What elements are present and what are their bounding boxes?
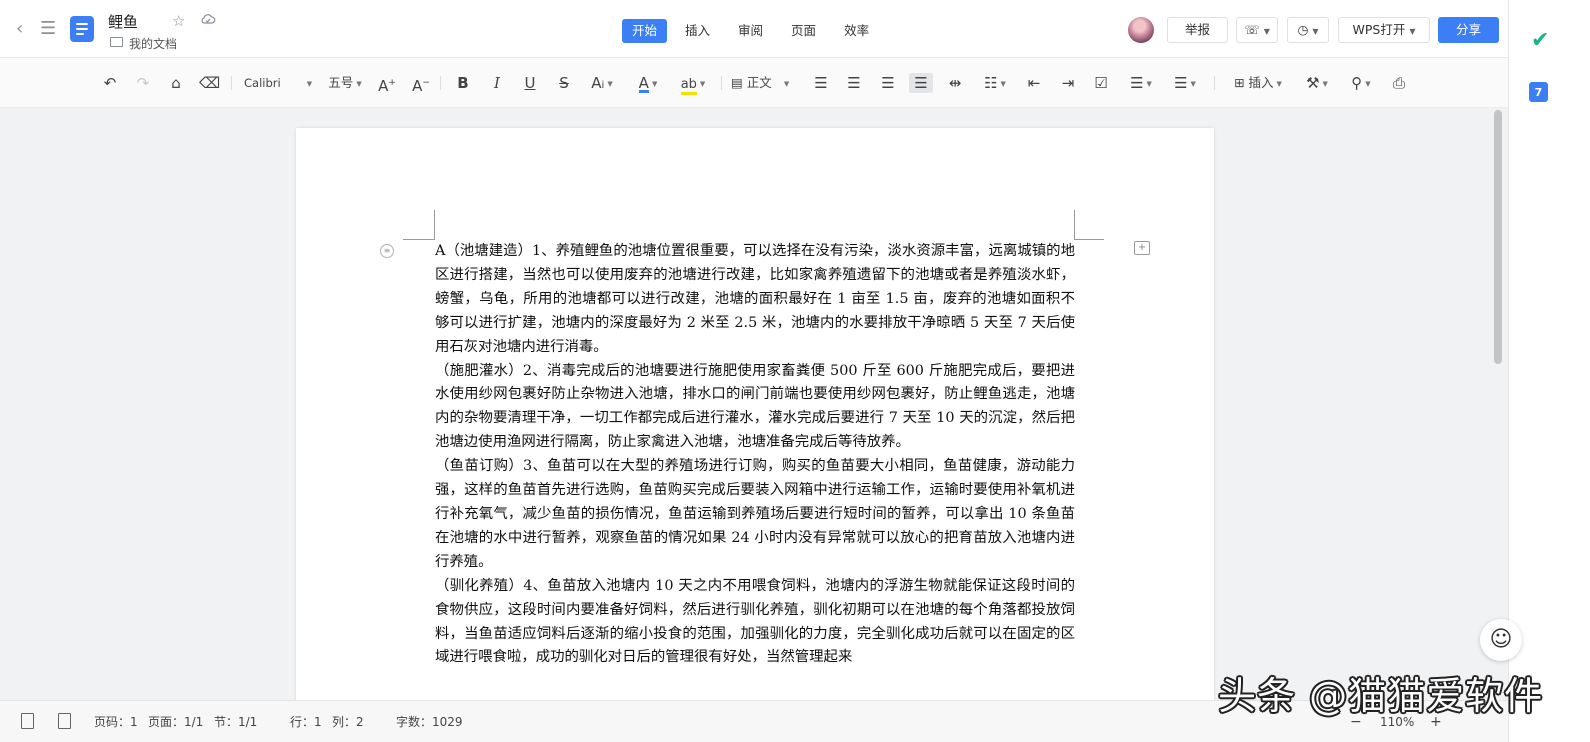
chevron-down-icon: ▼ bbox=[1146, 79, 1152, 88]
checkbox-icon[interactable]: ☑ bbox=[1091, 73, 1111, 93]
font-size-select[interactable]: 五号 ▼ bbox=[324, 73, 366, 93]
highlight-icon[interactable]: ab ▼ bbox=[675, 73, 711, 95]
right-sidebar: ✔ 7 bbox=[1508, 0, 1590, 742]
font-color-icon[interactable]: A ▼ bbox=[631, 73, 665, 93]
redo-icon[interactable]: ↷ bbox=[133, 73, 153, 93]
avatar[interactable] bbox=[1128, 17, 1154, 43]
chevron-down-icon: ▼ bbox=[1365, 79, 1371, 88]
word-count: 字数：1029 bbox=[396, 715, 463, 729]
history-button[interactable]: ◷ ▼ bbox=[1287, 17, 1329, 43]
text-effect-icon[interactable]: Ai ▼ bbox=[585, 73, 619, 93]
watermark: 头条 @猫猫爱软件 bbox=[1218, 674, 1544, 718]
comment-icon[interactable]: + bbox=[1134, 241, 1150, 255]
tab-start[interactable]: 开始 bbox=[622, 19, 668, 43]
italic-icon[interactable]: I bbox=[487, 73, 507, 93]
calendar-icon[interactable]: 7 bbox=[1529, 82, 1548, 102]
menu-icon[interactable]: ☰ bbox=[40, 19, 56, 39]
crop-mark bbox=[403, 210, 435, 240]
insert-icon: ⊞ bbox=[1234, 75, 1245, 90]
align-center-icon[interactable]: ☰ bbox=[844, 73, 864, 93]
chevron-down-icon: ▼ bbox=[699, 79, 706, 88]
chevron-down-icon: ▼ bbox=[1000, 79, 1006, 88]
row-position: 行：1 bbox=[290, 715, 322, 729]
chevron-down-icon: ▼ bbox=[1312, 27, 1319, 36]
paragraph[interactable]: （鱼苗订购）3、鱼苗可以在大型的养殖场进行订购，购买的鱼苗要大小相同，鱼苗健康，… bbox=[435, 455, 1075, 575]
format-painter-icon[interactable]: ⌂ bbox=[166, 73, 186, 93]
page-view-icon[interactable] bbox=[58, 713, 71, 729]
formatting-toolbar: ↶ ↷ ⌂ ⌫ Calibri ▼ 五号 ▼ A+ A− B I U S Ai ▼ A… bbox=[0, 58, 1508, 108]
paragraph[interactable]: （施肥灌水）2、消毒完成后的池塘要进行施肥使用家畜粪便 500 斤至 600 斤… bbox=[435, 360, 1075, 456]
ribbon-tabs: 开始 插入 审阅 页面 效率 bbox=[622, 19, 887, 43]
chevron-down-icon: ▼ bbox=[1322, 79, 1328, 88]
page-code: 页码：1 bbox=[94, 715, 138, 729]
align-right-icon[interactable]: ☰ bbox=[878, 73, 898, 93]
back-icon[interactable]: ‹ bbox=[16, 19, 23, 39]
bullet-list-icon[interactable]: ☰ ▼ bbox=[1124, 73, 1158, 93]
shrink-font-icon[interactable]: A− bbox=[410, 73, 432, 95]
call-button[interactable]: ☏ ▼ bbox=[1236, 17, 1278, 43]
chevron-down-icon: ▼ bbox=[1276, 79, 1282, 88]
font-name-select[interactable]: Calibri ▼ bbox=[244, 73, 316, 93]
chevron-down-icon: ▼ bbox=[1190, 79, 1196, 88]
numbered-list-icon[interactable]: ☰ ▼ bbox=[1168, 73, 1202, 93]
document-title[interactable]: 鲤鱼 bbox=[108, 11, 138, 32]
document-logo-icon bbox=[70, 16, 94, 42]
page-count: 页面：1/1 bbox=[148, 715, 204, 729]
print-icon[interactable]: ⎙ bbox=[1389, 73, 1409, 93]
vertical-scrollbar[interactable] bbox=[1494, 110, 1502, 364]
paragraph-handle-icon[interactable]: ≡ bbox=[380, 244, 394, 258]
star-icon[interactable]: ☆ bbox=[172, 12, 185, 30]
chevron-down-icon: ▼ bbox=[306, 79, 313, 88]
phone-icon: ☏ bbox=[1244, 22, 1260, 37]
underline-icon[interactable]: U bbox=[520, 73, 540, 93]
align-left-icon[interactable]: ☰ bbox=[811, 73, 831, 93]
strikethrough-icon[interactable]: S bbox=[554, 73, 574, 93]
crop-mark bbox=[1074, 210, 1104, 240]
tab-efficiency[interactable]: 效率 bbox=[834, 19, 879, 43]
paragraph[interactable]: A（池塘建造）1、养殖鲤鱼的池塘位置很重要，可以选择在没有污染，淡水资源丰富，远… bbox=[435, 240, 1075, 360]
bold-icon[interactable]: B bbox=[453, 73, 473, 93]
decrease-indent-icon[interactable]: ⇤ bbox=[1024, 73, 1044, 93]
title-bar: ‹ ☰ 鲤鱼 ☆ 我的文档 开始 插入 审阅 页面 效率 举报 ☏ ▼ ◷ ▼ WP… bbox=[0, 0, 1530, 58]
cloud-sync-icon[interactable] bbox=[200, 11, 216, 27]
paragraph[interactable]: （驯化养殖）4、鱼苗放入池塘内 10 天之内不用喂食饲料，池塘内的浮游生物就能保… bbox=[435, 575, 1075, 671]
document-page[interactable]: ≡ + A（池塘建造）1、养殖鲤鱼的池塘位置很重要，可以选择在没有污染，淡水资源… bbox=[296, 128, 1214, 708]
tab-page[interactable]: 页面 bbox=[781, 19, 826, 43]
line-spacing-icon[interactable]: ☷ ▼ bbox=[978, 73, 1012, 93]
insert-menu[interactable]: ⊞ 插入 ▼ bbox=[1226, 73, 1290, 93]
paragraph-style-select[interactable]: ▤ 正文 ▼ bbox=[731, 73, 801, 93]
distribute-icon[interactable]: ⇹ bbox=[945, 73, 965, 93]
chevron-down-icon: ▼ bbox=[356, 79, 362, 88]
chevron-down-icon: ▼ bbox=[651, 79, 658, 88]
tab-review[interactable]: 审阅 bbox=[728, 19, 773, 43]
style-icon: ▤ bbox=[731, 75, 743, 90]
grow-font-icon[interactable]: A+ bbox=[376, 73, 398, 95]
folder-icon bbox=[110, 37, 123, 47]
assistant-avatar-icon[interactable]: ☺ bbox=[1480, 619, 1522, 661]
tools-icon[interactable]: ⚒ ▼ bbox=[1300, 73, 1334, 93]
eraser-icon[interactable]: ⌫ bbox=[199, 73, 220, 93]
search-icon[interactable]: ⚲ ▼ bbox=[1344, 73, 1378, 93]
share-button[interactable]: 分享 bbox=[1438, 17, 1499, 43]
document-body[interactable]: A（池塘建造）1、养殖鲤鱼的池塘位置很重要，可以选择在没有污染，淡水资源丰富，远… bbox=[435, 240, 1075, 670]
column-position: 列：2 bbox=[332, 715, 364, 729]
clock-icon: ◷ bbox=[1297, 22, 1309, 37]
align-justify-icon[interactable]: ☰ bbox=[909, 73, 933, 93]
folder-breadcrumb[interactable]: 我的文档 bbox=[129, 35, 177, 52]
chevron-down-icon: ▼ bbox=[607, 79, 613, 88]
wps-open-button[interactable]: WPS打开 ▼ bbox=[1338, 17, 1430, 43]
section-count: 节：1/1 bbox=[214, 715, 258, 729]
increase-indent-icon[interactable]: ⇥ bbox=[1058, 73, 1078, 93]
chevron-down-icon: ▼ bbox=[1263, 27, 1270, 36]
check-icon[interactable]: ✔ bbox=[1531, 28, 1549, 53]
chevron-down-icon: ▼ bbox=[783, 79, 790, 88]
tab-insert[interactable]: 插入 bbox=[675, 19, 720, 43]
outline-view-icon[interactable] bbox=[21, 713, 34, 729]
report-button[interactable]: 举报 bbox=[1167, 17, 1228, 43]
chevron-down-icon: ▼ bbox=[1409, 27, 1416, 36]
undo-icon[interactable]: ↶ bbox=[100, 73, 120, 93]
